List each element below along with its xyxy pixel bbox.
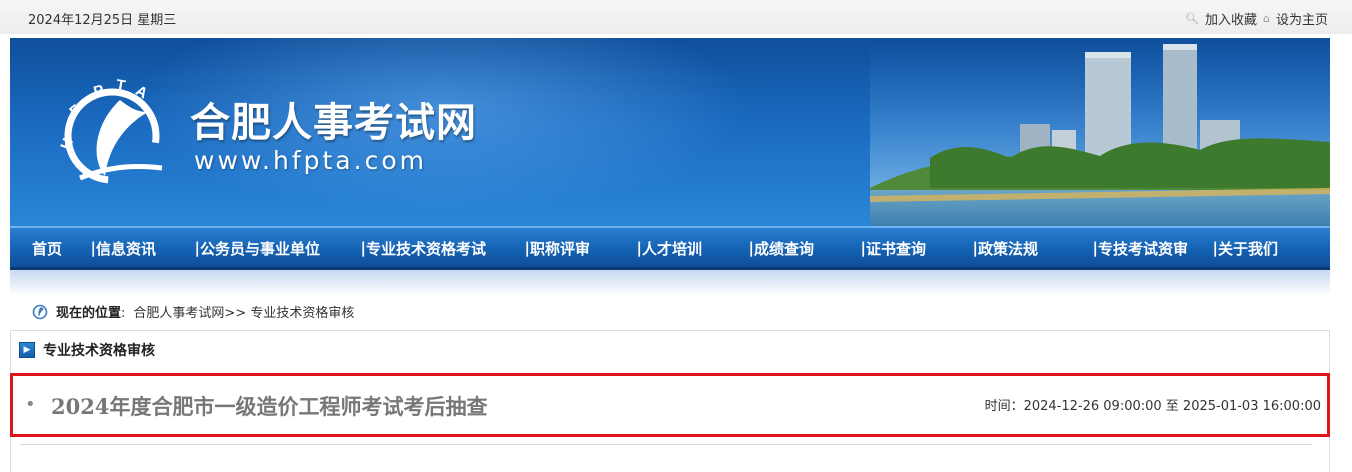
site-banner: H F P T A 合肥人事考试网 www.hfpta.com xyxy=(10,38,1330,226)
nav-link[interactable]: 人才培训 xyxy=(642,238,702,259)
nav-item: 职称评审 | xyxy=(530,238,642,259)
nav-link[interactable]: 职称评审 xyxy=(530,238,590,259)
nav-link[interactable]: 政策法规 xyxy=(978,238,1038,259)
nav-link[interactable]: 关于我们 xyxy=(1218,238,1278,259)
home-icon: ⌂ xyxy=(1263,12,1270,25)
city-skyline-image xyxy=(870,38,1330,226)
add-favorite-link[interactable]: 加入收藏 xyxy=(1205,9,1257,28)
section-title: 专业技术资格审核 xyxy=(43,343,155,359)
search-icon: 🔍︎ xyxy=(1185,12,1199,25)
nav-link[interactable]: 成绩查询 xyxy=(754,238,814,259)
nav-link[interactable]: 公务员与事业单位 xyxy=(200,238,320,259)
nav-item: 专业技术资格考试 | xyxy=(366,238,530,259)
nav-link[interactable]: 专技考试资审 xyxy=(1098,238,1188,259)
current-date: 2024年12月25日 星期三 xyxy=(28,13,177,28)
site-name: 合肥人事考试网 xyxy=(190,99,477,146)
nav-link[interactable]: 首页 xyxy=(32,238,62,259)
breadcrumb-path[interactable]: 合肥人事考试网>> 专业技术资格审核 xyxy=(133,302,354,321)
nav-item: 关于我们 xyxy=(1218,238,1318,259)
bullet-icon: • xyxy=(25,394,36,415)
top-bar: 2024年12月25日 星期三 🔍︎ 加入收藏 ⌂ 设为主页 xyxy=(0,0,1352,34)
nav-item: 成绩查询 | xyxy=(754,238,866,259)
main-nav: 首页 | 信息资讯 | 公务员与事业单位 | 专业技术资格考试 | 职称评审 | 人才培训 | 成绩查询… xyxy=(10,226,1330,270)
nav-item: 政策法规 | xyxy=(978,238,1098,259)
list-item-time: 时间：2024-12-26 09:00:00 至 2025-01-03 16:0… xyxy=(984,399,1321,414)
hfpta-logo[interactable]: H F P T A xyxy=(50,68,180,198)
svg-text:H: H xyxy=(57,136,77,152)
top-links: 🔍︎ 加入收藏 ⌂ 设为主页 xyxy=(1185,9,1328,28)
nav-item: 专技考试资审 | xyxy=(1098,238,1218,259)
nav-item: 人才培训 | xyxy=(642,238,754,259)
nav-link[interactable]: 信息资讯 xyxy=(96,238,156,259)
breadcrumb: 现在的位置: 合肥人事考试网>> 专业技术资格审核 xyxy=(32,302,354,321)
list-item[interactable]: • 2024年度合肥市一级造价工程师考试考后抽查 时间：2024-12-26 0… xyxy=(10,373,1330,437)
nav-item: 证书查询 | xyxy=(866,238,978,259)
list-item-title[interactable]: 2024年度合肥市一级造价工程师考试考后抽查 xyxy=(51,391,487,421)
set-homepage-link[interactable]: 设为主页 xyxy=(1276,9,1328,28)
breadcrumb-label: 现在的位置 xyxy=(56,306,122,321)
nav-item: 首页 | xyxy=(32,238,96,259)
nav-link[interactable]: 专业技术资格考试 xyxy=(366,238,486,259)
play-arrow-icon: ▶ xyxy=(19,342,35,358)
section-header: ▶ 专业技术资格审核 xyxy=(19,340,155,360)
nav-item: 公务员与事业单位 | xyxy=(200,238,366,259)
site-url: www.hfpta.com xyxy=(194,146,427,175)
nav-item: 信息资讯 | xyxy=(96,238,200,259)
logo-small-icon xyxy=(32,304,48,319)
divider xyxy=(20,444,1312,445)
nav-link[interactable]: 证书查询 xyxy=(866,238,926,259)
